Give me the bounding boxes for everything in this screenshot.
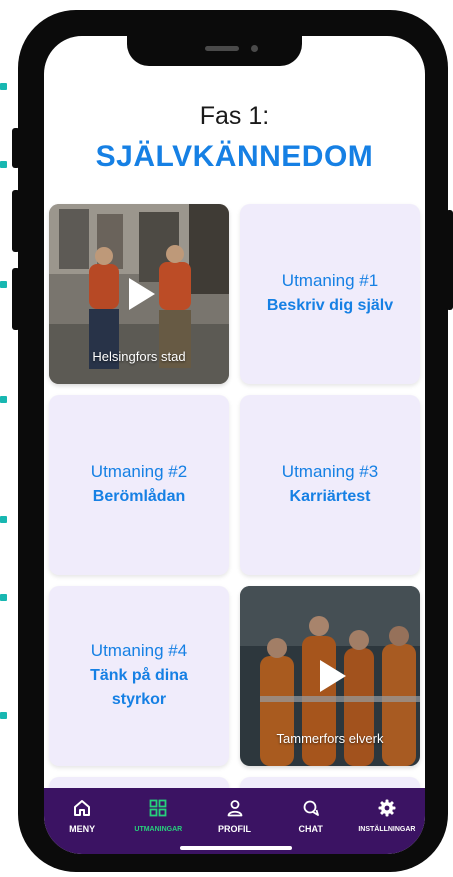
- power-button: [446, 210, 453, 310]
- challenge-name: Karriärtest: [289, 487, 371, 505]
- volume-up-button: [12, 190, 20, 252]
- grid-icon: [149, 798, 167, 818]
- challenge-card-3[interactable]: Utmaning #3 Karriärtest: [240, 395, 420, 575]
- speaker: [205, 46, 239, 51]
- page-title: SJÄLVKÄNNEDOM: [95, 140, 374, 173]
- challenge-number: Utmaning #1: [281, 270, 379, 290]
- nav-item-chat[interactable]: CHAT: [273, 788, 349, 854]
- nav-item-meny[interactable]: MENY: [44, 788, 120, 854]
- video-card-helsingfors[interactable]: Helsingfors stad: [49, 204, 229, 384]
- app-screen: Fas 1: SJÄLVKÄNNEDOM Helsingfors stad Ut…: [44, 36, 425, 854]
- side-button: [12, 128, 20, 168]
- notch: [127, 36, 302, 66]
- challenge-number: Utmaning #3: [281, 461, 379, 481]
- challenge-name: Beskriv dig själv: [266, 296, 394, 314]
- volume-down-button: [12, 268, 20, 330]
- bottom-nav: MENY UTMANINGAR PROFIL CHAT INSTÄLLNINGA…: [44, 788, 425, 854]
- home-indicator[interactable]: [180, 846, 292, 850]
- nav-item-profil[interactable]: PROFIL: [196, 788, 272, 854]
- challenge-card-2[interactable]: Utmaning #2 Berömlådan: [49, 395, 229, 575]
- camera: [251, 45, 258, 52]
- challenge-card-1[interactable]: Utmaning #1 Beskriv dig själv: [240, 204, 420, 384]
- nav-item-installningar[interactable]: INSTÄLLNINGAR: [349, 788, 425, 854]
- challenge-card-4[interactable]: Utmaning #4 Tänk på dina styrkor: [49, 586, 229, 766]
- play-icon: [320, 660, 346, 692]
- challenge-name: Berömlådan: [92, 487, 186, 505]
- nav-label: PROFIL: [218, 824, 251, 834]
- nav-label: INSTÄLLNINGAR: [358, 826, 416, 833]
- gear-icon: [378, 798, 396, 818]
- challenge-name: Tänk på dina styrkor: [90, 666, 188, 708]
- challenge-number: Utmaning #2: [90, 461, 188, 481]
- nav-label: CHAT: [298, 824, 323, 834]
- challenge-number: Utmaning #4: [90, 640, 188, 660]
- video-card-tammerfors[interactable]: Tammerfors elverk: [240, 586, 420, 766]
- video-caption: Helsingfors stad: [92, 349, 186, 364]
- chat-icon: [302, 798, 320, 818]
- person-icon: [226, 798, 244, 818]
- play-icon: [129, 278, 155, 310]
- video-caption: Tammerfors elverk: [276, 731, 384, 746]
- nav-item-utmaningar[interactable]: UTMANINGAR: [120, 788, 196, 854]
- nav-label: MENY: [69, 824, 96, 834]
- home-icon: [73, 798, 91, 818]
- nav-label: UTMANINGAR: [134, 826, 183, 833]
- phase-label: Fas 1:: [199, 102, 270, 130]
